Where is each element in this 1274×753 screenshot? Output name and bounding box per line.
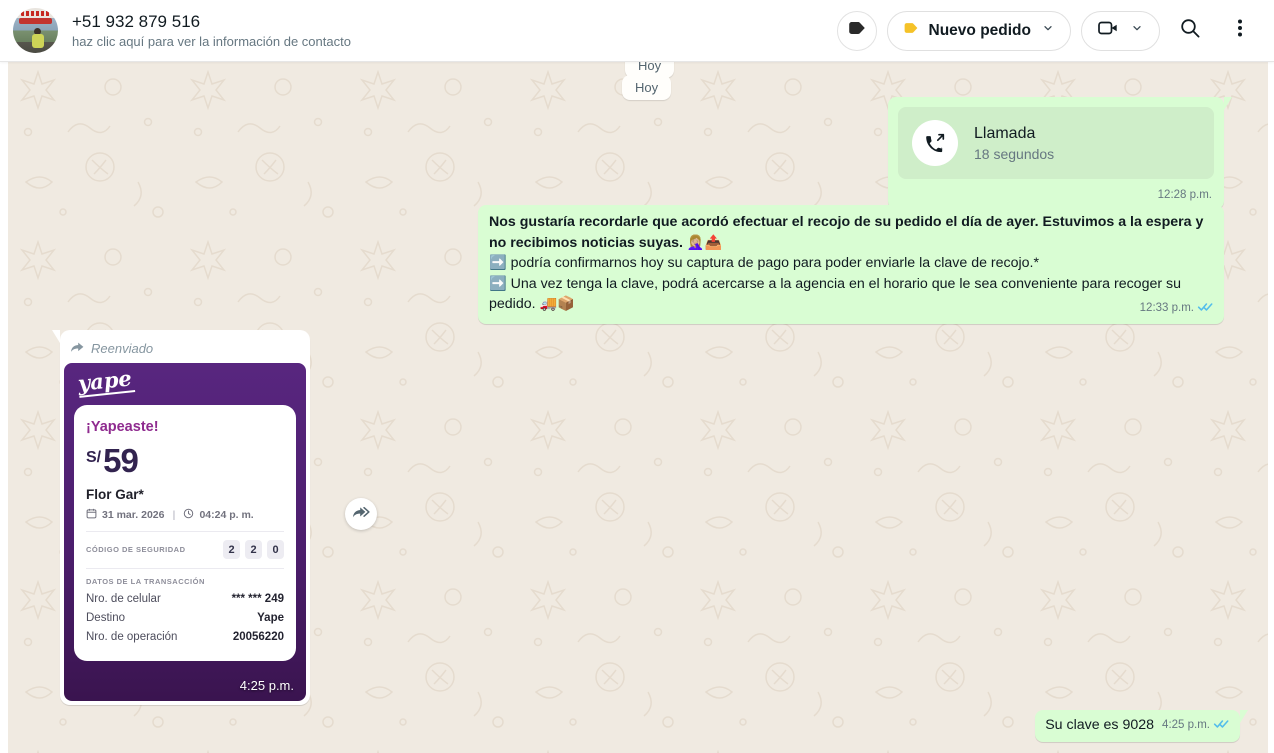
contact-phone-title: +51 932 879 516 bbox=[72, 11, 351, 32]
order-status-dropdown[interactable]: Nuevo pedido bbox=[887, 11, 1071, 51]
security-digit: 0 bbox=[267, 540, 284, 559]
transaction-row-value: *** *** 249 bbox=[232, 593, 284, 605]
message-meta: 12:33 p.m. bbox=[1140, 298, 1214, 319]
chat-header: +51 932 879 516 haz clic aquí para ver l… bbox=[0, 0, 1274, 62]
transaction-row-label: Destino bbox=[86, 612, 125, 624]
read-receipt-double-check-icon bbox=[1213, 718, 1230, 732]
reminder-line2: ➡️ podría confirmarnos hoy su captura de… bbox=[489, 255, 1039, 271]
forward-arrow-icon bbox=[69, 339, 85, 358]
transaction-row: Nro. de operación 20056220 bbox=[86, 631, 284, 643]
payee-name: Flor Gar* bbox=[86, 487, 284, 502]
transaction-row-label: Nro. de celular bbox=[86, 593, 161, 605]
kebab-menu-icon bbox=[1228, 16, 1252, 45]
message-key-outgoing[interactable]: Su clave es 9028 4:25 p.m. bbox=[1035, 710, 1240, 742]
search-button[interactable] bbox=[1170, 11, 1210, 51]
security-code-row: CÓDIGO DE SEGURIDAD 2 2 0 bbox=[86, 540, 284, 559]
call-texts: Llamada 18 segundos bbox=[974, 125, 1054, 162]
message-timestamp: 4:25 p.m. bbox=[240, 678, 294, 693]
forward-message-button[interactable] bbox=[345, 498, 377, 530]
forwarded-label: Reenviado bbox=[91, 341, 153, 356]
date-chip: Hoy bbox=[622, 75, 671, 100]
call-title: Llamada bbox=[974, 125, 1054, 143]
order-tag-icon bbox=[902, 19, 920, 42]
avatar-banner-decoration bbox=[19, 18, 52, 24]
message-call-outgoing[interactable]: Llamada 18 segundos 12:28 p.m. bbox=[888, 97, 1224, 209]
yape-receipt-image[interactable]: yape ¡Yapeaste! S/ 59 Flor Gar* 31 mar. … bbox=[64, 363, 306, 701]
call-info-panel[interactable]: Llamada 18 segundos bbox=[898, 107, 1214, 179]
avatar-banner-decoration bbox=[21, 11, 50, 16]
video-call-dropdown[interactable] bbox=[1081, 11, 1160, 51]
amount-value: 59 bbox=[103, 444, 138, 478]
forwarded-row: Reenviado bbox=[64, 334, 306, 363]
header-actions: Nuevo pedido bbox=[837, 11, 1260, 51]
yape-logo: yape bbox=[77, 366, 135, 398]
currency-symbol: S/ bbox=[86, 449, 101, 467]
contact-info[interactable]: +51 932 879 516 haz clic aquí para ver l… bbox=[72, 11, 351, 51]
message-reminder-outgoing[interactable]: Nos gustaría recordarle que acordó efect… bbox=[478, 205, 1224, 324]
labels-button[interactable] bbox=[837, 11, 877, 51]
yape-receipt-card: ¡Yapeaste! S/ 59 Flor Gar* 31 mar. 2026 … bbox=[74, 405, 296, 661]
receipt-date: 31 mar. 2026 bbox=[102, 509, 164, 521]
security-digit: 2 bbox=[223, 540, 240, 559]
avatar-person-decoration bbox=[32, 34, 44, 48]
receipt-title: ¡Yapeaste! bbox=[86, 419, 284, 435]
contact-avatar[interactable] bbox=[13, 8, 58, 53]
read-receipt-double-check-icon bbox=[1197, 298, 1214, 319]
key-message-text: Su clave es 9028 bbox=[1045, 717, 1154, 733]
reminder-bold-text: Nos gustaría recordarle que acordó efect… bbox=[489, 214, 1203, 251]
reminder-line3: ➡️ Una vez tenga la clave, podrá acercar… bbox=[489, 276, 1181, 313]
search-icon bbox=[1178, 16, 1202, 45]
security-code-digits: 2 2 0 bbox=[223, 540, 284, 559]
receipt-amount: S/ 59 bbox=[86, 444, 284, 478]
outgoing-call-icon bbox=[912, 120, 958, 166]
transaction-row-value: Yape bbox=[257, 612, 284, 624]
message-timestamp: 12:33 p.m. bbox=[1140, 298, 1194, 319]
chevron-down-icon bbox=[1040, 20, 1056, 41]
meta-separator: | bbox=[172, 509, 175, 521]
security-code-label: CÓDIGO DE SEGURIDAD bbox=[86, 545, 186, 554]
forward-all-icon bbox=[352, 503, 371, 525]
transaction-data-label: DATOS DE LA TRANSACCIÓN bbox=[86, 577, 284, 586]
call-duration: 18 segundos bbox=[974, 146, 1054, 162]
message-timestamp: 4:25 p.m. bbox=[1162, 719, 1210, 731]
chat-messages-panel: Hoy Hoy Llamada 18 segundos 12:28 p.m. N… bbox=[8, 62, 1268, 753]
transaction-row: Nro. de celular *** *** 249 bbox=[86, 593, 284, 605]
clock-icon bbox=[183, 508, 194, 522]
transaction-row-value: 20056220 bbox=[233, 631, 284, 643]
receipt-datetime-row: 31 mar. 2026 | 04:24 p. m. bbox=[86, 508, 284, 522]
menu-button[interactable] bbox=[1220, 11, 1260, 51]
receipt-hour: 04:24 p. m. bbox=[199, 509, 253, 521]
video-camera-icon bbox=[1096, 16, 1120, 45]
reminder-emojis: 🤦🏼‍♀️📤 bbox=[683, 235, 722, 251]
transaction-row: Destino Yape bbox=[86, 612, 284, 624]
message-receipt-incoming[interactable]: Reenviado yape ¡Yapeaste! S/ 59 Flor Gar… bbox=[60, 330, 310, 705]
contact-info-hint: haz clic aquí para ver la información de… bbox=[72, 33, 351, 51]
label-tag-icon bbox=[846, 17, 868, 44]
calendar-icon bbox=[86, 508, 97, 522]
message-meta: 4:25 p.m. bbox=[1162, 718, 1230, 733]
security-digit: 2 bbox=[245, 540, 262, 559]
transaction-row-label: Nro. de operación bbox=[86, 631, 177, 643]
chevron-down-icon bbox=[1129, 20, 1145, 41]
order-status-label: Nuevo pedido bbox=[929, 22, 1031, 40]
